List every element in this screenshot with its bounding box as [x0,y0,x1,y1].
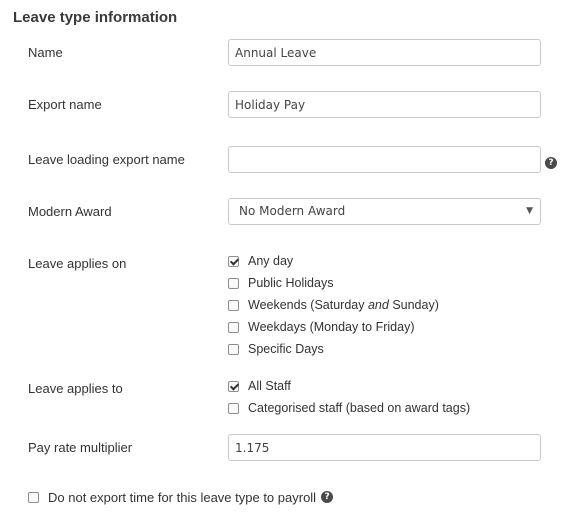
applies-on-weekends-checkbox[interactable] [228,299,239,311]
applies-on-any-day-label: Any day [248,254,294,268]
do-not-export-checkbox[interactable] [28,491,39,503]
applies-on-any-day-checkbox[interactable] [228,255,239,267]
applies-to-categorised-staff-checkbox[interactable] [228,402,239,414]
applies-on-weekends-label: Weekends (Saturday and Sunday) [248,298,439,312]
applies-to-categorised-staff-option[interactable]: Categorised staff (based on award tags) [228,400,470,416]
modern-award-selected-value: No Modern Award [239,204,346,218]
applies-on-weekdays-option[interactable]: Weekdays (Monday to Friday) [228,319,415,335]
applies-on-public-holidays-checkbox[interactable] [228,277,239,289]
applies-on-specific-days-label: Specific Days [248,342,324,356]
export-name-label: Export name [28,97,102,112]
chevron-down-icon: ▼ [526,206,533,216]
leave-loading-export-name-label: Leave loading export name [28,152,185,167]
modern-award-label: Modern Award [28,204,112,219]
leave-applies-to-label: Leave applies to [28,381,123,396]
applies-to-all-staff-checkbox[interactable] [228,380,239,392]
pay-rate-multiplier-input[interactable] [228,434,541,461]
help-icon[interactable]: ? [321,491,334,503]
export-name-input[interactable] [228,91,541,118]
applies-on-specific-days-option[interactable]: Specific Days [228,341,324,357]
help-icon[interactable]: ? [545,157,557,169]
applies-to-all-staff-label: All Staff [248,379,291,393]
applies-on-public-holidays-option[interactable]: Public Holidays [228,275,333,291]
applies-on-specific-days-checkbox[interactable] [228,343,239,355]
leave-loading-export-name-input[interactable] [228,146,541,173]
do-not-export-label: Do not export time for this leave type t… [48,489,317,505]
applies-on-weekdays-checkbox[interactable] [228,321,239,333]
applies-to-all-staff-option[interactable]: All Staff [228,378,291,394]
applies-on-weekends-option[interactable]: Weekends (Saturday and Sunday) [228,297,439,313]
applies-on-public-holidays-label: Public Holidays [248,276,334,290]
modern-award-select[interactable]: No Modern Award ▼ [228,198,541,225]
name-label: Name [28,45,63,60]
applies-on-any-day-option[interactable]: Any day [228,253,293,269]
applies-to-categorised-staff-label: Categorised staff (based on award tags) [248,401,471,415]
applies-on-weekdays-label: Weekdays (Monday to Friday) [248,320,415,334]
pay-rate-multiplier-label: Pay rate multiplier [28,440,133,455]
do-not-export-option[interactable]: Do not export time for this leave type t… [28,489,334,505]
leave-applies-on-label: Leave applies on [28,256,127,271]
name-input[interactable] [228,39,541,66]
section-title: Leave type information [13,9,178,26]
